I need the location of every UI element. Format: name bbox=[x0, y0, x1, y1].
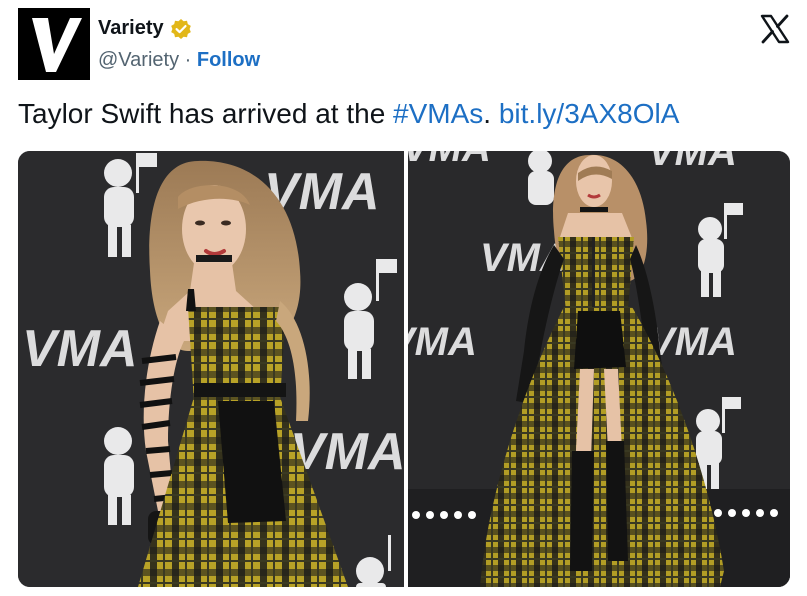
follow-button[interactable]: Follow bbox=[197, 49, 260, 71]
svg-text:VMA: VMA bbox=[408, 151, 491, 170]
variety-logo-icon bbox=[18, 8, 90, 80]
verified-badge-icon bbox=[170, 18, 192, 40]
tweet-punct: . bbox=[483, 98, 492, 129]
hashtag-link[interactable]: #VMAs bbox=[393, 98, 483, 129]
photo-2-image: VMA VMA VMA VMA VMA bbox=[408, 151, 790, 587]
vma-logo-2: VMA bbox=[22, 320, 138, 378]
vma-logo-3: VMA bbox=[290, 423, 404, 481]
svg-text:VMA: VMA bbox=[648, 320, 737, 364]
svg-text:VMA: VMA bbox=[648, 151, 737, 174]
handle-row: @Variety · Follow bbox=[98, 49, 260, 72]
tweet-header: Variety @Variety · Follow bbox=[18, 8, 798, 80]
tweet-text: Taylor Swift has arrived at the #VMAs. b… bbox=[18, 98, 679, 130]
short-link[interactable]: bit.ly/3AX8OlA bbox=[499, 98, 680, 129]
photo-2[interactable]: VMA VMA VMA VMA VMA bbox=[408, 151, 790, 587]
photo-1[interactable]: VMA VMA VMA bbox=[18, 151, 404, 587]
media-grid: VMA VMA VMA VMA VMA VMA MA bbox=[18, 151, 790, 587]
x-logo-icon[interactable] bbox=[758, 12, 792, 46]
account-name[interactable]: Variety bbox=[98, 17, 164, 40]
account-avatar[interactable] bbox=[18, 8, 90, 80]
separator: · bbox=[179, 49, 197, 71]
svg-text:VMA: VMA bbox=[408, 320, 477, 364]
photo-1-image: VMA VMA VMA bbox=[18, 151, 404, 587]
tweet-body: Taylor Swift has arrived at the bbox=[18, 98, 394, 129]
account-handle[interactable]: @Variety bbox=[98, 49, 179, 71]
account-name-row: Variety bbox=[98, 17, 192, 40]
